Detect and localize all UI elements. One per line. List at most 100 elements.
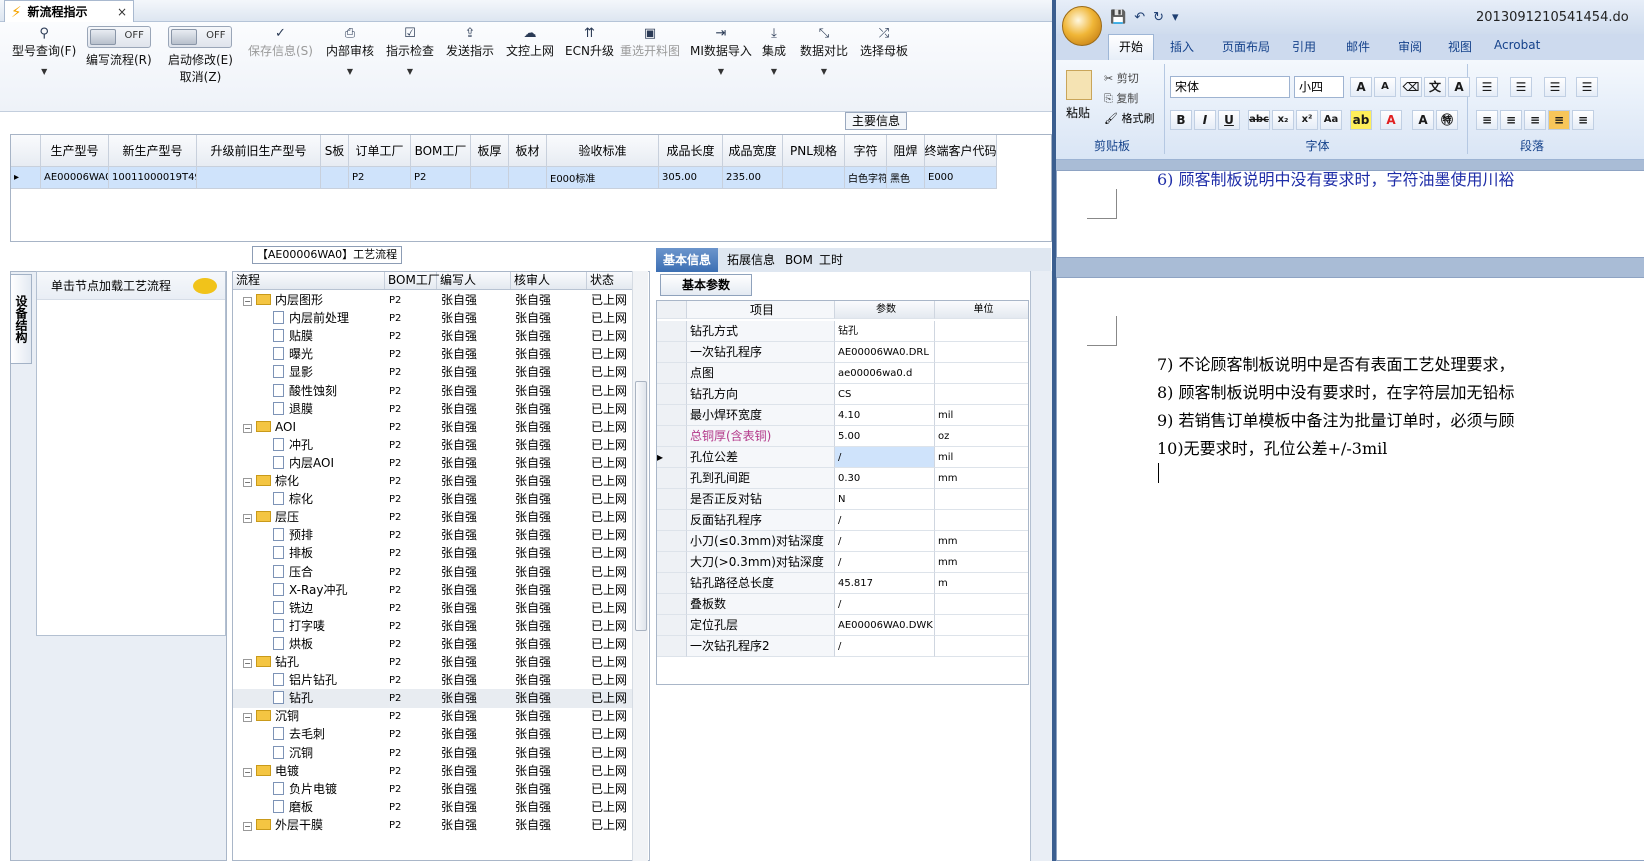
- param-value-cell[interactable]: 4.10: [835, 405, 935, 426]
- tree-row[interactable]: − 内层图形 P2 张自强 张自强 已上网: [233, 291, 633, 310]
- bullets-icon[interactable]: ☰: [1476, 77, 1498, 97]
- grid-cell[interactable]: 235.00: [723, 167, 783, 189]
- params-row[interactable]: 一次钻孔程序 AE00006WA0.DRL: [657, 342, 1028, 363]
- close-icon[interactable]: ×: [117, 5, 127, 19]
- grid-cell[interactable]: [197, 167, 321, 189]
- decrease-indent-icon[interactable]: ☰: [1576, 77, 1598, 97]
- chevron-down-icon[interactable]: ▼: [762, 67, 786, 76]
- params-row[interactable]: 大刀(>0.3mm)对钻深度 / mm: [657, 552, 1028, 573]
- doc-upload-button[interactable]: ☁ 文控上网: [506, 26, 554, 59]
- clear-format-icon[interactable]: ⌫: [1400, 77, 1422, 97]
- ribbon-tab[interactable]: 开始: [1108, 34, 1155, 60]
- change-case-icon[interactable]: Aa: [1320, 110, 1342, 130]
- distribute-icon[interactable]: ≡: [1572, 110, 1594, 130]
- integrate-button[interactable]: ⤓ 集成 ▼: [762, 26, 786, 76]
- detail-tab[interactable]: 工时: [812, 248, 850, 272]
- tree-row[interactable]: − 沉铜 P2 张自强 张自强 已上网: [233, 707, 633, 726]
- ribbon-tab[interactable]: 插入: [1170, 38, 1194, 55]
- param-value-cell[interactable]: CS: [835, 384, 935, 405]
- grid-cell[interactable]: P2: [411, 167, 471, 189]
- grid-column-header[interactable]: S板: [321, 135, 349, 167]
- tree-row[interactable]: 预排 P2 张自强 张自强 已上网: [233, 526, 633, 545]
- params-column-header[interactable]: 单位: [935, 301, 1028, 319]
- chevron-down-icon[interactable]: ▼: [386, 67, 434, 76]
- tree-row[interactable]: 沉铜 P2 张自强 张自强 已上网: [233, 744, 633, 763]
- data-compare-button[interactable]: ⤡ 数据对比 ▼: [800, 26, 848, 76]
- ribbon-tab[interactable]: Acrobat: [1494, 38, 1540, 52]
- superscript-icon[interactable]: x²: [1296, 110, 1318, 130]
- param-value-cell[interactable]: AE00006WA0.DWK: [835, 615, 935, 636]
- param-value-cell[interactable]: 0.30: [835, 468, 935, 489]
- param-value-cell[interactable]: /: [835, 594, 935, 615]
- tree-row[interactable]: 烘板 P2 张自强 张自强 已上网: [233, 635, 633, 654]
- param-value-cell[interactable]: /: [835, 552, 935, 573]
- justify-icon[interactable]: ≡: [1548, 110, 1570, 130]
- tree-row[interactable]: 打字唛 P2 张自强 张自强 已上网: [233, 617, 633, 636]
- grid-cell[interactable]: E000: [925, 167, 997, 189]
- grid-column-header[interactable]: 升级前旧生产型号: [197, 135, 321, 167]
- param-value-cell[interactable]: ae00006wa0.d: [835, 363, 935, 384]
- params-row[interactable]: 孔到孔间距 0.30 mm: [657, 468, 1028, 489]
- cut-button[interactable]: ✂ 剪切: [1104, 70, 1139, 86]
- font-color-icon[interactable]: A: [1380, 110, 1402, 130]
- ribbon-tab[interactable]: 引用: [1292, 38, 1316, 55]
- font-size-select[interactable]: 小四: [1294, 76, 1344, 98]
- subscript-icon[interactable]: x₂: [1272, 110, 1294, 130]
- param-value-cell[interactable]: /: [835, 510, 935, 531]
- tree-row[interactable]: 压合 P2 张自强 张自强 已上网: [233, 563, 633, 582]
- grid-column-header[interactable]: 终端客户代码: [925, 135, 997, 167]
- align-right-icon[interactable]: ≡: [1524, 110, 1546, 130]
- chevron-down-icon[interactable]: ▼: [800, 67, 848, 76]
- phonetic-icon[interactable]: 文: [1424, 77, 1446, 97]
- highlight-icon[interactable]: ab: [1350, 110, 1372, 130]
- doc-line-6[interactable]: 6) 顾客制板说明中没有要求时，字符油墨使用川裕: [1157, 166, 1515, 190]
- doc-line-10[interactable]: 10)无要求时，孔位公差+/-3mil: [1157, 435, 1387, 459]
- tree-row[interactable]: − 棕化 P2 张自强 张自强 已上网: [233, 472, 633, 491]
- params-row[interactable]: 钻孔方式 钻孔: [657, 321, 1028, 342]
- params-row[interactable]: 点图 ae00006wa0.d: [657, 363, 1028, 384]
- doc-line-8[interactable]: 8) 顾客制板说明中没有要求时，在字符层加无铅标: [1157, 379, 1515, 403]
- grow-font-icon[interactable]: A: [1350, 77, 1372, 97]
- office-button-icon[interactable]: [1062, 6, 1102, 46]
- ribbon-tab[interactable]: 视图: [1448, 38, 1472, 55]
- grid-cell[interactable]: [471, 167, 509, 189]
- chevron-down-icon[interactable]: ▼: [326, 67, 374, 76]
- params-row[interactable]: 反面钻孔程序 /: [657, 510, 1028, 531]
- send-instr-button[interactable]: ⇪ 发送指示: [446, 26, 494, 59]
- params-row[interactable]: 是否正反对钻 N: [657, 489, 1028, 510]
- tree-column-header[interactable]: 核审人: [511, 272, 587, 289]
- grid-cell[interactable]: [783, 167, 845, 189]
- grid-cell[interactable]: 305.00: [659, 167, 723, 189]
- grid-cell[interactable]: AE00006WA0: [41, 167, 109, 189]
- save-icon[interactable]: 💾: [1110, 10, 1126, 25]
- params-row[interactable]: 钻孔路径总长度 45.817 m: [657, 573, 1028, 594]
- collapse-icon[interactable]: −: [243, 478, 252, 487]
- collapse-icon[interactable]: −: [243, 297, 252, 306]
- toggle-switch[interactable]: OFF: [168, 26, 233, 48]
- redo-icon[interactable]: ↻: [1153, 10, 1164, 25]
- edit-flow-toggle[interactable]: OFF 编写流程(R): [86, 26, 152, 68]
- tree-row[interactable]: 内层AOI P2 张自强 张自强 已上网: [233, 454, 633, 473]
- underline-icon[interactable]: U: [1218, 110, 1240, 130]
- grid-column-header[interactable]: 阻焊: [887, 135, 925, 167]
- paste-button[interactable]: 粘贴: [1066, 104, 1090, 121]
- tree-column-header[interactable]: 编写人: [437, 272, 511, 289]
- tree-row[interactable]: 内层前处理 P2 张自强 张自强 已上网: [233, 309, 633, 328]
- grid-cell[interactable]: [509, 167, 547, 189]
- font-name-select[interactable]: 宋体: [1170, 76, 1290, 98]
- param-value-cell[interactable]: N: [835, 489, 935, 510]
- tree-row[interactable]: 负片电镀 P2 张自强 张自强 已上网: [233, 780, 633, 799]
- tree-row[interactable]: − 钻孔 P2 张自强 张自强 已上网: [233, 653, 633, 672]
- params-row[interactable]: 一次钻孔程序2/: [657, 636, 1028, 657]
- tree-row[interactable]: 曝光 P2 张自强 张自强 已上网: [233, 345, 633, 364]
- align-left-icon[interactable]: ≡: [1476, 110, 1498, 130]
- grid-column-header[interactable]: 新生产型号: [109, 135, 197, 167]
- params-row[interactable]: 总铜厚(含表铜) 5.00 oz: [657, 426, 1028, 447]
- param-value-cell[interactable]: /: [835, 531, 935, 552]
- grid-data-row[interactable]: ▸ AE00006WA0 10011000019T49 P2 P2 E000标准 305.0…: [11, 167, 997, 189]
- tree-column-header[interactable]: BOM工厂: [385, 272, 440, 289]
- chevron-down-icon[interactable]: ▼: [12, 67, 76, 76]
- grid-cell[interactable]: 黑色: [887, 167, 925, 189]
- grid-column-header[interactable]: 字符: [845, 135, 887, 167]
- collapse-icon[interactable]: −: [243, 767, 252, 777]
